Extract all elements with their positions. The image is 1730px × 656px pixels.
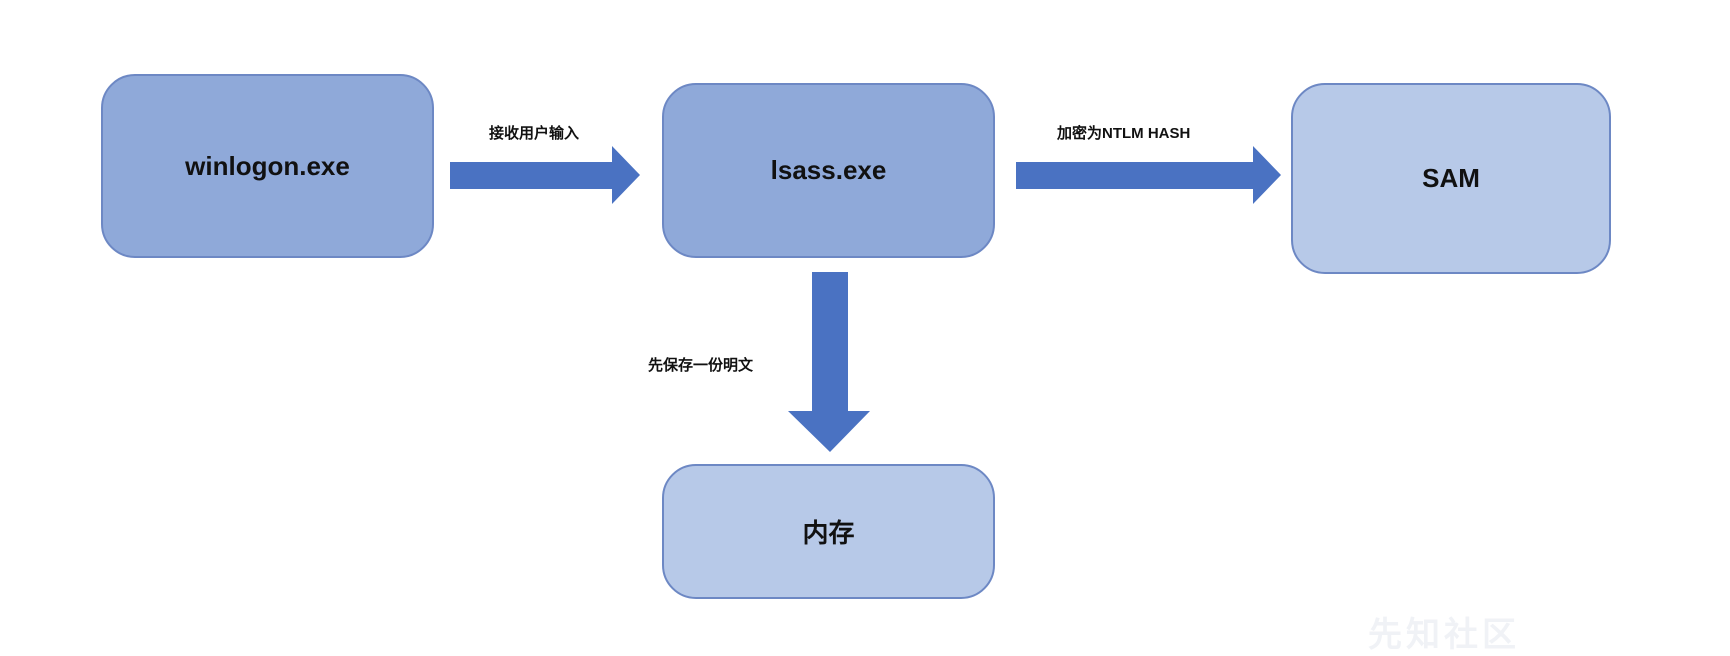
- arrow-lsass-to-memory: [788, 272, 870, 452]
- node-winlogon: winlogon.exe: [101, 74, 434, 258]
- node-sam-label: SAM: [1422, 163, 1480, 193]
- edge-label-receive-input: 接收用户输入: [489, 125, 580, 142]
- node-lsass-label: lsass.exe: [770, 155, 887, 185]
- node-memory: 内存: [662, 464, 995, 599]
- watermark: 先知社区: [1368, 616, 1520, 654]
- arrow-winlogon-to-lsass: [450, 146, 640, 204]
- node-lsass: lsass.exe: [662, 83, 995, 258]
- flow-diagram: winlogon.exe lsass.exe SAM 内存 接收用户输入 加密为…: [0, 0, 1730, 654]
- arrow-lsass-to-sam: [1016, 146, 1281, 204]
- node-winlogon-label: winlogon.exe: [185, 150, 350, 181]
- node-memory-label: 内存: [802, 518, 855, 548]
- edge-label-save-plaintext: 先保存一份明文: [648, 357, 754, 374]
- node-sam: SAM: [1291, 83, 1611, 274]
- edge-label-encrypt: 加密为NTLM HASH: [1057, 125, 1191, 142]
